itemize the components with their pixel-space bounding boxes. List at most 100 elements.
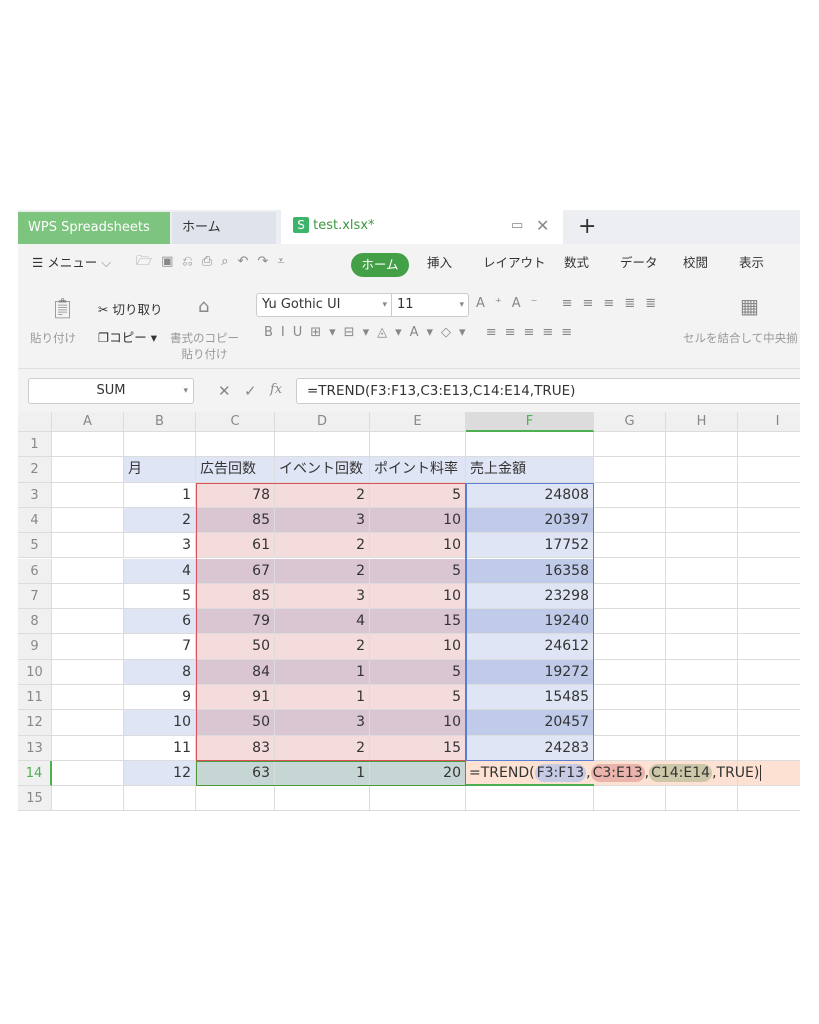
row-header-13[interactable]: 13: [18, 735, 52, 761]
cell-C5[interactable]: 61: [196, 533, 275, 559]
row-header-8[interactable]: 8: [18, 609, 52, 635]
cell-A8[interactable]: [52, 609, 124, 635]
cell-B13[interactable]: 11: [124, 735, 196, 761]
column-header-B[interactable]: B: [124, 412, 196, 432]
merge-center-button[interactable]: セルを結合して中央揃: [683, 330, 798, 346]
cell-B1[interactable]: [124, 432, 196, 458]
row-header-6[interactable]: 6: [18, 558, 52, 584]
menu-tab-data[interactable]: データ: [620, 252, 658, 271]
cell-C1[interactable]: [196, 432, 275, 458]
cell-A4[interactable]: [52, 507, 124, 534]
row-header-2[interactable]: 2: [18, 457, 52, 483]
cell-B14[interactable]: 12: [124, 760, 196, 787]
font-size-align-icons[interactable]: A⁺A⁻ ≡≡≡≣≣: [476, 296, 666, 311]
cell-I9[interactable]: [738, 634, 800, 660]
cell-F14[interactable]: =TREND(F3:F13, C3:E13, C14:E14 ,TRUE): [466, 760, 762, 787]
new-tab-button[interactable]: +: [578, 214, 596, 239]
format-painter-button[interactable]: 書式のコピー 貼り付け: [170, 330, 239, 362]
close-icon[interactable]: ✕: [536, 210, 549, 242]
row-header-1[interactable]: 1: [18, 432, 52, 458]
cell-E3[interactable]: 5: [370, 482, 466, 508]
cell-D10[interactable]: 1: [275, 659, 370, 685]
column-header-A[interactable]: A: [52, 412, 124, 432]
cell-A14[interactable]: [52, 760, 124, 787]
cell-E1[interactable]: [370, 432, 466, 458]
cell-H2[interactable]: [666, 457, 738, 483]
cell-C6[interactable]: 67: [196, 558, 275, 584]
cell-D7[interactable]: 3: [275, 583, 370, 610]
cell-A3[interactable]: [52, 482, 124, 508]
cell-H5[interactable]: [666, 533, 738, 559]
cut-button[interactable]: ✂ 切り取り: [98, 299, 162, 318]
row-header-5[interactable]: 5: [18, 533, 52, 559]
cell-F5[interactable]: 17752: [466, 533, 594, 559]
cell-F4[interactable]: 20397: [466, 507, 594, 534]
cell-D15[interactable]: [275, 786, 370, 812]
cell-G13[interactable]: [594, 735, 666, 761]
cell-I6[interactable]: [738, 559, 800, 584]
cell-I7[interactable]: [738, 584, 800, 610]
tab-wps-spreadsheets[interactable]: WPS Spreadsheets: [18, 212, 170, 244]
column-header-I[interactable]: I: [738, 412, 800, 432]
paste-button[interactable]: 貼り付け: [30, 330, 76, 346]
menu-tab-view[interactable]: 表示: [739, 252, 764, 271]
cell-H6[interactable]: [666, 558, 738, 584]
cell-F9[interactable]: 24612: [466, 634, 594, 660]
cell-I12[interactable]: [738, 710, 800, 736]
row-header-15[interactable]: 15: [18, 786, 52, 812]
cell-E2[interactable]: ポイント料率: [370, 457, 466, 483]
menu-tab-insert[interactable]: 挿入: [427, 252, 452, 271]
cell-G3[interactable]: [594, 482, 666, 508]
cell-B8[interactable]: 6: [124, 609, 196, 635]
quick-access-toolbar[interactable]: 🗁▣⎌⎙⌕↶↷⩡: [136, 252, 294, 274]
cell-E14[interactable]: 20: [370, 760, 466, 787]
cell-I15[interactable]: [738, 786, 800, 812]
cell-C8[interactable]: 79: [196, 609, 275, 635]
cell-D3[interactable]: 2: [275, 482, 370, 508]
font-size-select[interactable]: 11 ▾: [391, 293, 469, 317]
cell-F7[interactable]: 23298: [466, 583, 594, 610]
cell-E11[interactable]: 5: [370, 685, 466, 711]
row-header-12[interactable]: 12: [18, 710, 52, 736]
cell-F13[interactable]: 24283: [466, 735, 594, 761]
cell-B9[interactable]: 7: [124, 634, 196, 660]
cell-I3[interactable]: [738, 483, 800, 508]
cell-C7[interactable]: 85: [196, 583, 275, 610]
cell-H9[interactable]: [666, 634, 738, 660]
cell-H4[interactable]: [666, 507, 738, 534]
cell-F10[interactable]: 19272: [466, 659, 594, 685]
cell-B6[interactable]: 4: [124, 558, 196, 584]
cell-G7[interactable]: [594, 583, 666, 610]
cell-B15[interactable]: [124, 786, 196, 812]
cell-I2[interactable]: [738, 457, 800, 483]
cell-E4[interactable]: 10: [370, 507, 466, 534]
cell-C4[interactable]: 85: [196, 507, 275, 534]
cell-F12[interactable]: 20457: [466, 710, 594, 736]
row-header-10[interactable]: 10: [18, 659, 52, 685]
cell-A10[interactable]: [52, 659, 124, 685]
fx-icon[interactable]: fx: [270, 382, 282, 397]
cell-G2[interactable]: [594, 457, 666, 483]
cell-F11[interactable]: 15485: [466, 685, 594, 711]
cell-G6[interactable]: [594, 558, 666, 584]
cell-B12[interactable]: 10: [124, 710, 196, 736]
name-box[interactable]: SUM ▾: [28, 378, 194, 404]
cancel-icon[interactable]: ✕: [218, 382, 231, 400]
cell-G5[interactable]: [594, 533, 666, 559]
spreadsheet-grid[interactable]: A B C D E F G H I 1 2 月広告回数 イベント回数 ポイント料率 売上金額 3 1 78 2 5 24…: [18, 412, 800, 814]
cell-D1[interactable]: [275, 432, 370, 458]
cell-D14[interactable]: 1: [275, 760, 370, 787]
column-header-G[interactable]: G: [594, 412, 666, 432]
cell-H12[interactable]: [666, 710, 738, 736]
cell-I13[interactable]: [738, 736, 800, 761]
cell-G12[interactable]: [594, 710, 666, 736]
cell-C11[interactable]: 91: [196, 685, 275, 711]
cell-G11[interactable]: [594, 685, 666, 711]
cell-F1[interactable]: [466, 432, 594, 458]
cell-G1[interactable]: [594, 432, 666, 458]
cell-I10[interactable]: [738, 660, 800, 685]
cell-A9[interactable]: [52, 634, 124, 660]
cell-C14[interactable]: 63: [196, 760, 275, 787]
cell-F8[interactable]: 19240: [466, 609, 594, 635]
cell-A2[interactable]: [52, 457, 124, 483]
